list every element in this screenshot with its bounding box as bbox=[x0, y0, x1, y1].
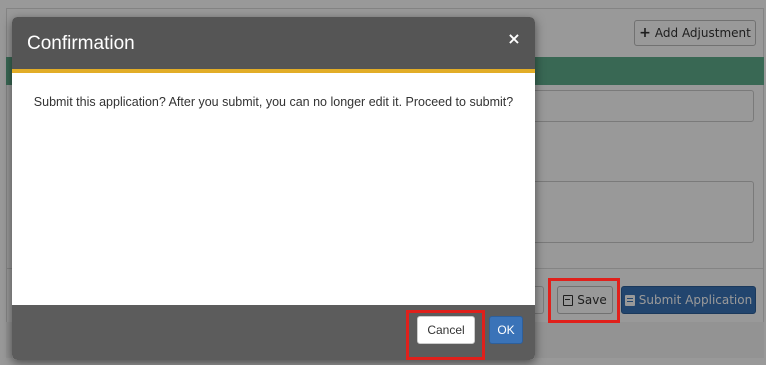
cancel-button[interactable]: Cancel bbox=[417, 316, 475, 344]
dialog-header: Confirmation × bbox=[12, 17, 535, 73]
close-icon[interactable]: × bbox=[505, 29, 523, 48]
confirmation-dialog: Confirmation × Submit this application? … bbox=[12, 17, 535, 360]
ok-button[interactable]: OK bbox=[489, 316, 523, 344]
dialog-footer: Cancel OK bbox=[12, 305, 535, 360]
dialog-body: Submit this application? After you submi… bbox=[12, 73, 535, 305]
dialog-message: Submit this application? After you submi… bbox=[33, 95, 514, 109]
dialog-title: Confirmation bbox=[27, 33, 135, 54]
